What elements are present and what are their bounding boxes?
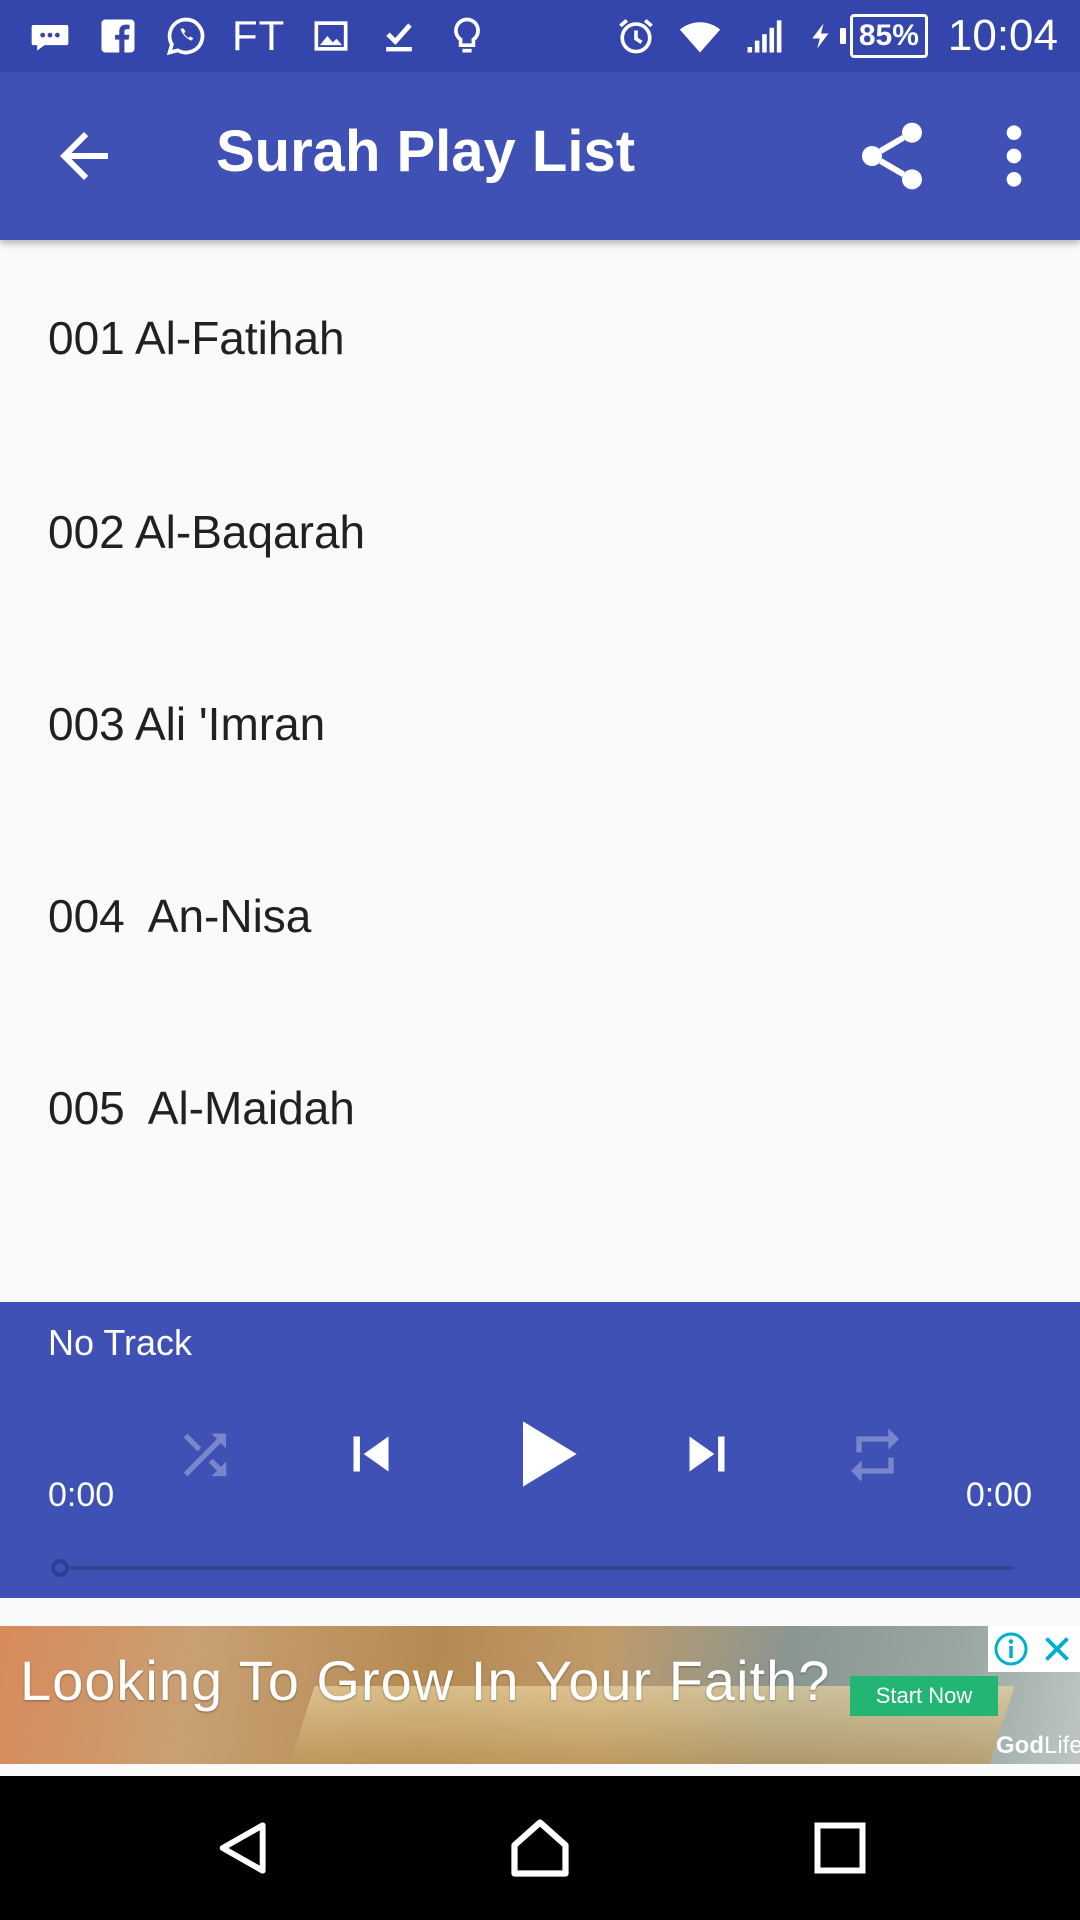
page-title: Surah Play List bbox=[216, 119, 636, 184]
image-icon bbox=[309, 14, 353, 58]
facebook-icon bbox=[96, 14, 140, 58]
share-icon bbox=[862, 122, 922, 190]
play-icon bbox=[523, 1421, 577, 1487]
surah-list: 001 Al-Fatihah 002 Al-Baqarah 003 Ali 'I… bbox=[0, 240, 1080, 1300]
status-bar: FT 85% 10:04 bbox=[0, 0, 1080, 72]
nav-home-icon bbox=[511, 1819, 569, 1877]
ad-brand: GodLife bbox=[996, 1732, 1080, 1760]
total-time: 0:00 bbox=[965, 1476, 1032, 1514]
status-icons-left: FT bbox=[28, 0, 489, 72]
charging-icon bbox=[806, 14, 836, 58]
battery-level: 85% bbox=[849, 14, 928, 58]
more-vert-icon bbox=[1006, 125, 1022, 187]
seek-bar[interactable] bbox=[48, 1556, 1014, 1580]
app-bar: Surah Play List bbox=[0, 72, 1080, 240]
list-item[interactable]: 001 Al-Fatihah bbox=[0, 240, 1080, 436]
audio-player: No Track 0:00 0:00 bbox=[0, 1302, 1080, 1598]
seek-thumb[interactable] bbox=[51, 1559, 69, 1577]
repeat-button[interactable] bbox=[840, 1420, 910, 1490]
repeat-icon bbox=[851, 1428, 899, 1482]
wifi-icon bbox=[678, 14, 722, 58]
lightbulb-icon bbox=[445, 14, 489, 58]
carrier-text: FT bbox=[232, 12, 286, 59]
list-item[interactable]: 002 Al-Baqarah bbox=[0, 436, 1080, 628]
share-button[interactable] bbox=[852, 116, 932, 196]
signal-icon bbox=[742, 14, 786, 58]
list-item[interactable]: 004 An-Nisa bbox=[0, 820, 1080, 1012]
status-clock: 10:04 bbox=[947, 11, 1058, 60]
shuffle-button[interactable] bbox=[170, 1420, 240, 1490]
battery-indicator: 85% bbox=[806, 14, 928, 58]
nav-recents-button[interactable] bbox=[802, 1810, 878, 1886]
ad-info-button[interactable] bbox=[988, 1626, 1034, 1672]
whatsapp-icon bbox=[164, 14, 208, 58]
close-icon bbox=[1045, 1637, 1069, 1661]
ad-headline: Looking To Grow In Your Faith? bbox=[20, 1649, 831, 1712]
navigation-bar bbox=[0, 1776, 1080, 1920]
battery-tip bbox=[839, 28, 846, 44]
info-icon bbox=[994, 1632, 1028, 1666]
track-name: No Track bbox=[48, 1322, 193, 1363]
nav-home-button[interactable] bbox=[502, 1810, 578, 1886]
list-item[interactable]: 005 Al-Maidah bbox=[0, 1012, 1080, 1204]
next-button[interactable] bbox=[672, 1414, 742, 1494]
ad-start-now-button[interactable]: Start Now bbox=[850, 1676, 998, 1716]
shuffle-icon bbox=[183, 1433, 227, 1477]
play-button[interactable] bbox=[500, 1402, 592, 1506]
seek-track bbox=[62, 1566, 1014, 1570]
skip-previous-icon bbox=[353, 1436, 389, 1472]
previous-button[interactable] bbox=[336, 1414, 406, 1494]
status-icons-right: 85% 10:04 bbox=[614, 0, 1058, 72]
nav-recents-icon bbox=[814, 1822, 866, 1874]
skip-next-icon bbox=[689, 1436, 725, 1472]
arrow-back-icon bbox=[60, 132, 108, 180]
more-options-button[interactable] bbox=[990, 116, 1038, 196]
messages-icon bbox=[28, 14, 72, 58]
nav-back-icon bbox=[219, 1822, 266, 1874]
current-time: 0:00 bbox=[48, 1476, 115, 1514]
ad-banner[interactable]: Looking To Grow In Your Faith? Start Now… bbox=[0, 1626, 1080, 1764]
ad-brand-bold: God bbox=[996, 1732, 1044, 1759]
nav-back-button[interactable] bbox=[206, 1810, 282, 1886]
list-item[interactable]: 003 Ali 'Imran bbox=[0, 628, 1080, 820]
download-done-icon bbox=[377, 14, 421, 58]
ad-brand-rest: Life bbox=[1044, 1732, 1080, 1759]
ad-close-button[interactable] bbox=[1034, 1626, 1080, 1672]
back-button[interactable] bbox=[48, 120, 120, 192]
alarm-icon bbox=[614, 14, 658, 58]
